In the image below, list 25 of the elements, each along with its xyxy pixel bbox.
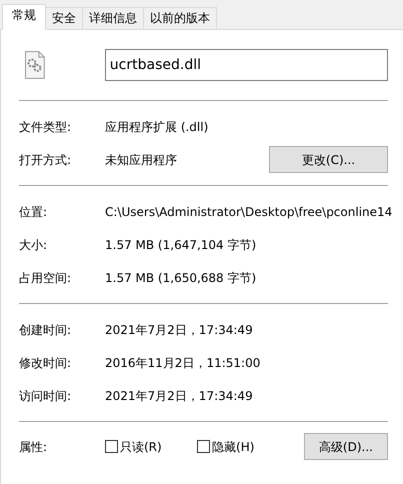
field-label: 属性: — [19, 438, 48, 456]
field-label: 访问时间: — [19, 388, 72, 404]
checkbox[interactable]: 隐藏(H) — [197, 438, 304, 456]
change-button[interactable]: 更改(C)... — [269, 146, 388, 173]
field-label: 创建时间: — [19, 322, 72, 338]
advanced-button[interactable]: 高级(D)... — [304, 433, 388, 460]
field-label: 大小: — [19, 236, 48, 254]
field-label: 文件类型: — [19, 118, 72, 136]
tab[interactable]: 以前的版本 — [143, 7, 217, 29]
field-value: 2021年7月2日，17:34:49 — [105, 322, 253, 338]
field-value: 2021年7月2日，17:34:49 — [105, 388, 253, 404]
field-value: 1.57 MB (1,650,688 字节) — [105, 270, 256, 286]
tab[interactable]: 常规 — [2, 4, 46, 30]
field-value: C:\Users\Administrator\Desktop\free\pconline14 — [105, 204, 392, 220]
checkbox[interactable]: 只读(R) — [105, 438, 198, 456]
field-label: 占用空间: — [19, 270, 72, 286]
field-label: 打开方式: — [19, 152, 72, 168]
field-label: 修改时间: — [19, 354, 72, 372]
gear-file-icon — [25, 51, 45, 79]
field-value: 1.57 MB (1,647,104 字节) — [105, 236, 256, 254]
field-value: 应用程序扩展 (.dll) — [105, 118, 208, 136]
field-value: 2016年11月2日，11:51:00 — [105, 354, 260, 372]
file-name-field[interactable]: ucrtbased.dll — [104, 49, 388, 81]
field-value: 未知应用程序 — [105, 152, 178, 168]
field-label: 位置: — [19, 204, 48, 220]
